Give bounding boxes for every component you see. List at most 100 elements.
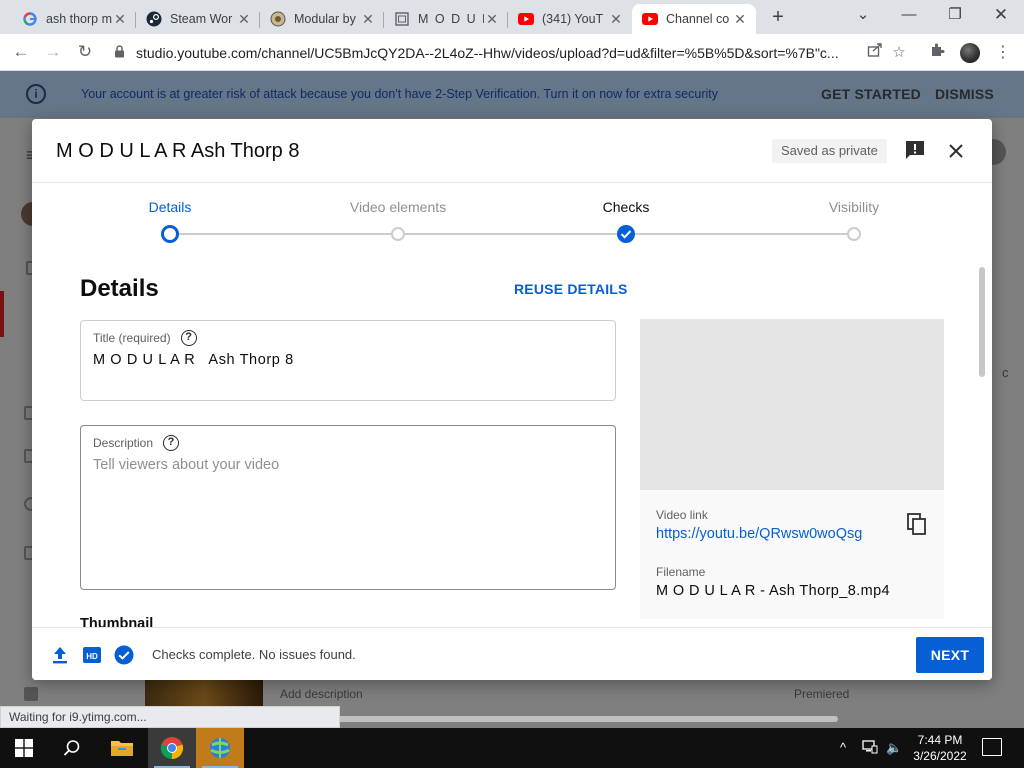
filename-value: M O D U L A R - Ash Thorp_8.mp4 bbox=[656, 583, 891, 599]
description-placeholder[interactable]: Tell viewers about your video bbox=[93, 457, 279, 473]
dialog-header: M O D U L A R Ash Thorp 8 Saved as priva… bbox=[32, 119, 992, 183]
page-icon bbox=[394, 11, 410, 27]
tab-search-chevron-icon[interactable]: ⌄ bbox=[840, 2, 886, 30]
upload-dialog: M O D U L A R Ash Thorp 8 Saved as priva… bbox=[32, 119, 992, 680]
browser-tab[interactable]: Steam Wor ✕ bbox=[136, 4, 260, 34]
back-arrow-icon[interactable]: ← bbox=[8, 40, 34, 66]
title-input-value[interactable]: M O D U L A R Ash Thorp 8 bbox=[93, 352, 294, 368]
tab-strip: ash thorp m ✕ Steam Wor ✕ Modular by ✕ M… bbox=[0, 0, 1024, 34]
thumbnail-heading: Thumbnail bbox=[80, 616, 154, 627]
youtube-icon bbox=[518, 11, 534, 27]
lock-icon[interactable] bbox=[114, 44, 130, 61]
svg-text:HD: HD bbox=[86, 652, 98, 661]
close-icon[interactable] bbox=[944, 139, 968, 163]
chrome-icon[interactable] bbox=[148, 728, 196, 768]
clock-date: 3/26/2022 bbox=[913, 749, 967, 763]
network-icon[interactable] bbox=[862, 740, 878, 757]
google-icon bbox=[22, 11, 38, 27]
next-button[interactable]: NEXT bbox=[916, 637, 984, 673]
dismiss-button[interactable]: DISMISS bbox=[935, 86, 994, 102]
step-checks[interactable]: Checks bbox=[603, 199, 650, 215]
step-current-indicator[interactable] bbox=[161, 225, 179, 243]
close-icon[interactable]: ✕ bbox=[732, 11, 748, 27]
minimize-button[interactable]: — bbox=[886, 2, 932, 30]
step-pending-indicator[interactable] bbox=[391, 227, 405, 241]
checks-complete-icon[interactable] bbox=[114, 645, 134, 665]
bookmark-star-icon[interactable]: ☆ bbox=[888, 42, 910, 64]
warning-message: Your account is at greater risk of attac… bbox=[81, 87, 718, 101]
browser-tab-active[interactable]: Channel co ✕ bbox=[632, 4, 756, 34]
filename-label: Filename bbox=[656, 565, 706, 579]
url-text[interactable]: studio.youtube.com/channel/UC5BmJcQY2DA-… bbox=[136, 45, 920, 61]
security-warning-banner: i Your account is at greater risk of att… bbox=[0, 71, 1024, 118]
browser-tab[interactable]: M O D U L ✕ bbox=[384, 4, 508, 34]
share-icon[interactable] bbox=[864, 42, 886, 64]
close-icon[interactable]: ✕ bbox=[236, 11, 252, 27]
dialog-footer: HD Checks complete. No issues found. NEX… bbox=[32, 627, 992, 680]
more-menu-icon[interactable]: ⋮ bbox=[992, 42, 1014, 64]
close-icon[interactable]: ✕ bbox=[112, 11, 128, 27]
browser-toolbar: ← → ↻ studio.youtube.com/channel/UC5BmJc… bbox=[0, 34, 1024, 71]
close-icon[interactable]: ✕ bbox=[608, 11, 624, 27]
copy-icon[interactable] bbox=[906, 512, 928, 536]
dialog-title: M O D U L A R Ash Thorp 8 bbox=[56, 140, 300, 162]
forward-arrow-icon[interactable]: → bbox=[40, 40, 66, 66]
step-pending-indicator[interactable] bbox=[847, 227, 861, 241]
side-letter: c bbox=[1002, 365, 1009, 380]
address-bar[interactable]: studio.youtube.com/channel/UC5BmJcQY2DA-… bbox=[108, 38, 920, 67]
tab-title: (341) YouT bbox=[542, 12, 604, 26]
notification-icon[interactable] bbox=[982, 738, 1002, 756]
windows-taskbar: ^ 🔈 7:44 PM 3/26/2022 bbox=[0, 728, 1024, 768]
tab-title: Modular by bbox=[294, 12, 356, 26]
tab-title: M O D U L bbox=[418, 12, 484, 26]
feedback-icon[interactable] bbox=[904, 139, 928, 163]
step-details[interactable]: Details bbox=[149, 199, 192, 215]
system-clock[interactable]: 7:44 PM 3/26/2022 bbox=[900, 732, 980, 764]
help-icon[interactable]: ? bbox=[163, 435, 180, 451]
upload-icon[interactable] bbox=[50, 645, 70, 665]
dialog-content: Details REUSE DETAILS Title (required) ?… bbox=[32, 263, 992, 627]
artstation-icon bbox=[270, 11, 286, 27]
dialog-scrollbar[interactable] bbox=[979, 267, 985, 377]
info-icon: i bbox=[26, 84, 46, 104]
search-icon[interactable] bbox=[48, 728, 96, 768]
step-video-elements[interactable]: Video elements bbox=[350, 199, 446, 215]
close-icon[interactable]: ✕ bbox=[360, 11, 376, 27]
new-tab-button[interactable]: + bbox=[766, 6, 790, 30]
footer-status-text: Checks complete. No issues found. bbox=[152, 647, 356, 662]
reuse-details-button[interactable]: REUSE DETAILS bbox=[514, 281, 628, 297]
youtube-icon bbox=[642, 11, 658, 27]
clock-time: 7:44 PM bbox=[917, 733, 963, 747]
file-explorer-icon[interactable] bbox=[98, 728, 146, 768]
close-icon[interactable]: ✕ bbox=[484, 11, 500, 27]
video-preview-player[interactable] bbox=[640, 319, 944, 490]
tab-title: ash thorp m bbox=[46, 12, 112, 26]
browser-tab[interactable]: Modular by ✕ bbox=[260, 4, 384, 34]
browser-tab[interactable]: (341) YouT ✕ bbox=[508, 4, 632, 34]
profile-avatar[interactable] bbox=[960, 43, 980, 63]
video-link[interactable]: https://youtu.be/QRwsw0woQsg bbox=[656, 526, 862, 542]
app-globe-icon[interactable] bbox=[196, 728, 244, 768]
restore-button[interactable]: ❐ bbox=[932, 2, 978, 30]
upload-stepper: Details Video elements Checks Visibility bbox=[32, 183, 992, 263]
browser-tab[interactable]: ash thorp m ✕ bbox=[12, 4, 136, 34]
get-started-button[interactable]: GET STARTED bbox=[821, 86, 921, 102]
hd-icon[interactable]: HD bbox=[82, 645, 102, 665]
stepper-track bbox=[170, 233, 854, 235]
reload-icon[interactable]: ↻ bbox=[72, 40, 98, 66]
title-field[interactable]: Title (required) ? M O D U L A R Ash Tho… bbox=[80, 320, 616, 401]
title-field-label: Title (required) bbox=[93, 331, 171, 345]
check-icon[interactable] bbox=[617, 225, 635, 243]
description-field[interactable]: Description ? Tell viewers about your vi… bbox=[80, 425, 616, 590]
help-icon[interactable]: ? bbox=[180, 330, 197, 346]
video-link-label: Video link bbox=[656, 508, 708, 522]
window-close-button[interactable]: ✕ bbox=[978, 2, 1024, 30]
tray-chevron-icon[interactable]: ^ bbox=[840, 740, 846, 755]
extensions-puzzle-icon[interactable] bbox=[927, 42, 949, 64]
sidebar-icon bbox=[24, 687, 38, 701]
section-title: Details bbox=[80, 275, 159, 302]
saved-status-badge: Saved as private bbox=[772, 139, 887, 163]
video-preview-panel: Video link https://youtu.be/QRwsw0woQsg … bbox=[640, 319, 944, 619]
step-visibility[interactable]: Visibility bbox=[829, 199, 879, 215]
windows-start-icon[interactable] bbox=[0, 728, 48, 768]
